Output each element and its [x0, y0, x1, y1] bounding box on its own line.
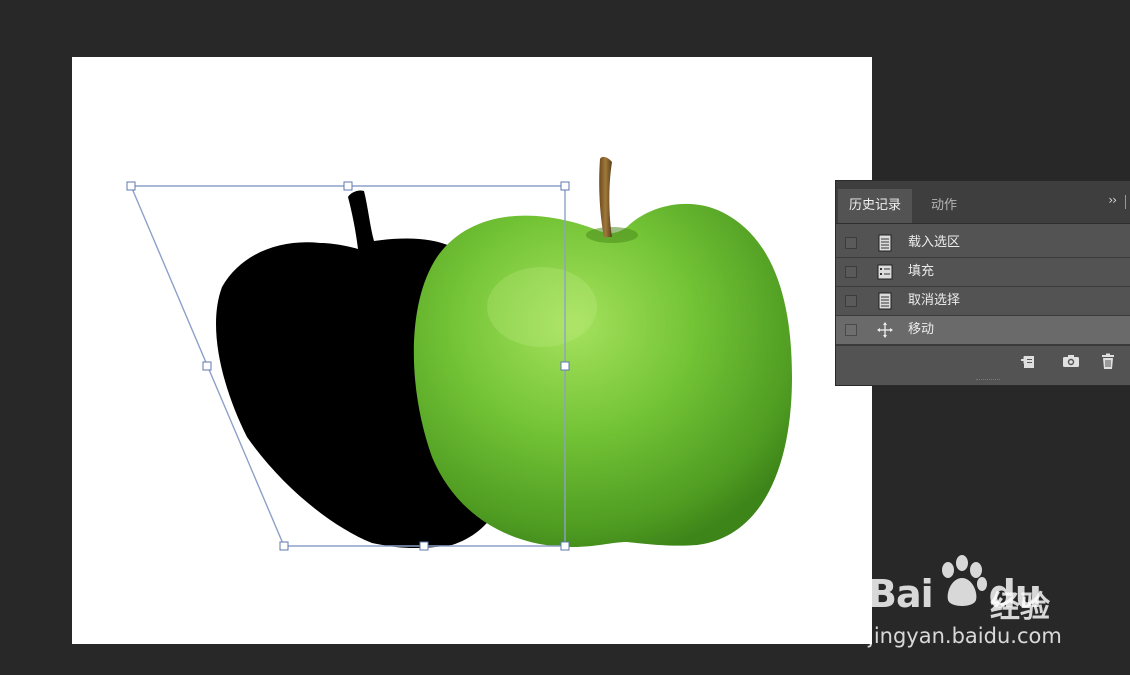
panel-collapse-icon[interactable]: ›› [1108, 193, 1117, 207]
history-label: 填充 [908, 264, 935, 279]
watermark-url: jingyan.baidu.com [868, 624, 1062, 648]
handle-top-right[interactable] [560, 181, 570, 191]
snapshot-source-checkbox[interactable] [845, 324, 857, 336]
snapshot-source-checkbox[interactable] [845, 266, 857, 278]
tab-actions[interactable]: 动作 [920, 189, 968, 223]
history-label: 取消选择 [908, 293, 961, 308]
panel-footer [836, 345, 1130, 376]
apple-body [413, 203, 792, 547]
baidu-jingyan-watermark: Bai du 经验 jingyan.baidu.com [866, 552, 1076, 652]
handle-top-left[interactable] [126, 181, 136, 191]
handle-top-center[interactable] [343, 181, 353, 191]
history-list: 载入选区 填充 取消选择 移动 [836, 229, 1130, 345]
document-icon [878, 234, 892, 252]
handle-bottom-center[interactable] [419, 541, 429, 551]
document-canvas[interactable] [72, 57, 872, 644]
handle-middle-right[interactable] [560, 361, 570, 371]
apple-highlight [487, 267, 597, 347]
history-row-move[interactable]: 移动 [836, 316, 1130, 345]
green-apple[interactable] [413, 156, 792, 547]
panel-tabbar: 历史记录 动作 ›› [836, 181, 1130, 224]
snapshot-source-checkbox[interactable] [845, 237, 857, 249]
move-icon [877, 322, 893, 338]
artwork [126, 156, 792, 551]
new-document-from-state-icon[interactable] [1020, 353, 1038, 369]
snapshot-source-checkbox[interactable] [845, 295, 857, 307]
workspace: 历史记录 动作 ›› 载入选区 填充 取消选择 移动 Bai du 经验 jin… [0, 0, 1130, 675]
watermark-brand: 经验 [990, 590, 1050, 625]
handle-middle-left[interactable] [202, 361, 212, 371]
list-document-icon [877, 264, 893, 280]
document-icon [878, 292, 892, 310]
tab-history[interactable]: 历史记录 [838, 189, 913, 223]
handle-bottom-right[interactable] [560, 541, 570, 551]
history-panel: 历史记录 动作 ›› 载入选区 填充 取消选择 移动 [835, 180, 1130, 386]
apple-stem-cavity [586, 227, 638, 243]
panel-divider [1125, 195, 1126, 209]
history-label: 载入选区 [908, 235, 961, 250]
history-row-fill[interactable]: 填充 [836, 258, 1130, 287]
history-label: 移动 [908, 322, 935, 337]
history-row-load-selection[interactable]: 载入选区 [836, 229, 1130, 258]
panel-resize-grip[interactable] [976, 379, 1000, 383]
snapshot-camera-icon[interactable] [1062, 353, 1080, 369]
apple-stem [599, 156, 612, 237]
trash-icon[interactable] [1099, 353, 1117, 369]
handle-bottom-left[interactable] [279, 541, 289, 551]
history-row-deselect[interactable]: 取消选择 [836, 287, 1130, 316]
